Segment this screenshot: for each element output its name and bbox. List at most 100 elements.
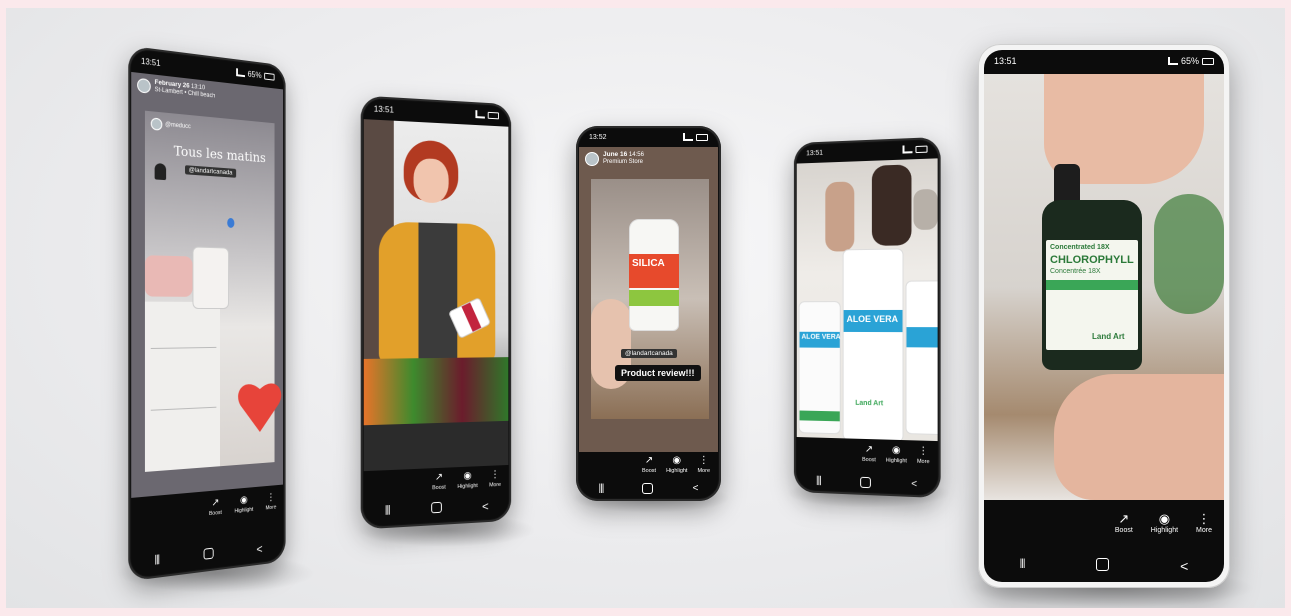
back-button[interactable]: < [911, 479, 917, 490]
home-button[interactable] [642, 483, 654, 494]
highlight-button[interactable]: ◉ Highlight [666, 456, 687, 475]
recents-button[interactable]: ||| [599, 483, 605, 494]
boost-button[interactable]: ↗ Boost [642, 455, 656, 475]
trending-up-icon: ↗ [1118, 511, 1130, 526]
trending-up-icon: ↗ [644, 455, 654, 466]
signal-icon [236, 68, 245, 78]
mention-handle: @meducc [165, 121, 191, 131]
home-button[interactable] [431, 501, 442, 514]
recents-button[interactable]: ||| [154, 554, 159, 569]
phone-5: 13:51 65% Concentrated 18X CHLOROPHYLL C… [978, 44, 1230, 588]
phone-3-screen: 13:52 June 16 14:56 Premium Store SILICA … [579, 129, 718, 498]
product-name: ALOE VERA [846, 313, 899, 325]
battery-icon [487, 111, 500, 119]
story-actions: ↗ Boost ◉ Highlight ⋮ More [862, 443, 930, 466]
highlight-button[interactable]: ◉ Highlight [234, 495, 253, 515]
status-time: 13:51 [141, 56, 161, 68]
home-button[interactable] [203, 547, 214, 560]
more-vertical-icon: ⋮ [490, 469, 500, 481]
recents-button[interactable]: ||| [1020, 558, 1026, 574]
bottle-large: ALOE VERA Land Art [842, 248, 904, 442]
phone-2-screen: 13:51 ↗ Boost ◉ Highlight ⋮ More ||| < [363, 98, 509, 527]
story-frame: February 26 13:10 St-Lambert • Chill beac… [131, 71, 284, 498]
story-tag[interactable]: @landartcanada [621, 349, 677, 358]
phone-1-screen: 13:51 65% February 26 13:10 St-Lambert • … [131, 49, 284, 578]
back-button[interactable]: < [693, 483, 699, 494]
product-brand: Land Art [1092, 332, 1125, 341]
dropper-cap [1054, 164, 1080, 204]
story-actions: ↗ Boost ◉ Highlight ⋮ More [642, 455, 710, 475]
battery-icon [696, 133, 708, 141]
signal-icon [902, 145, 913, 154]
signal-icon [683, 133, 693, 141]
story-frame: June 16 14:56 Premium Store SILICA @landa… [579, 147, 718, 452]
highlight-button[interactable]: ◉ Highlight [886, 445, 907, 465]
battery-percent: 65% [247, 69, 262, 80]
signal-icon [475, 110, 485, 119]
inner-photo: SILICA @landartcanada Product review!!! [591, 179, 709, 419]
story-tag[interactable]: @landartcanada [185, 165, 236, 178]
more-button[interactable]: ⋮ More [1196, 512, 1212, 534]
battery-icon [264, 72, 275, 81]
product-name: SILICA [632, 258, 665, 269]
home-button[interactable] [860, 476, 871, 489]
woman-face [413, 157, 449, 204]
bottle-right [905, 280, 938, 436]
story-photo: Concentrated 18X CHLOROPHYLL Concentrée … [984, 74, 1224, 500]
balloon-icon [227, 217, 235, 229]
story-date: June 16 [603, 151, 628, 158]
status-time: 13:51 [806, 149, 823, 157]
status-time: 13:52 [589, 133, 607, 141]
trending-up-icon: ↗ [864, 443, 874, 456]
more-vertical-icon: ⋮ [1197, 511, 1211, 526]
nav-bar: ||| < [797, 474, 938, 490]
child [825, 181, 855, 252]
battery-percent: 65% [1180, 56, 1199, 66]
boost-button[interactable]: ↗ Boost [862, 443, 876, 463]
product-name: CHLOROPHYLL [1050, 254, 1134, 266]
boost-button[interactable]: ↗ Boost [1115, 512, 1133, 534]
mention-avatar [150, 117, 163, 131]
highlight-button[interactable]: ◉ Highlight [457, 470, 477, 490]
nav-bar: ||| < [364, 498, 509, 520]
boost-button[interactable]: ↗ Boost [209, 497, 222, 517]
highlight-icon: ◉ [463, 470, 472, 482]
highlight-icon: ◉ [1158, 511, 1171, 526]
product-brand: Land Art [855, 399, 884, 408]
back-button[interactable]: < [256, 542, 262, 556]
boost-button[interactable]: ↗ Boost [432, 472, 446, 492]
battery-icon [915, 145, 928, 153]
status-bar: 13:52 [579, 129, 718, 145]
story-subtitle: Premium Store [603, 159, 644, 165]
recents-button[interactable]: ||| [816, 475, 821, 486]
mockup-stage: 13:51 65% February 26 13:10 St-Lambert • … [6, 8, 1285, 608]
story-header: February 26 13:10 St-Lambert • Chill beac… [137, 77, 215, 101]
hand-bottom [1054, 374, 1224, 500]
more-vertical-icon: ⋮ [266, 492, 276, 504]
more-button[interactable]: ⋮ More [489, 469, 501, 488]
product-name: ALOE VERA [801, 333, 841, 341]
heart-icon [238, 375, 281, 436]
phone-5-screen: 13:51 65% Concentrated 18X CHLOROPHYLL C… [984, 50, 1224, 582]
phone-4: 13:51 ALOE VERA ALOE VERA Land Art ↗ Boo… [793, 136, 941, 499]
plant [1154, 194, 1224, 314]
woman [871, 164, 912, 246]
back-button[interactable]: < [482, 499, 489, 513]
more-button[interactable]: ⋮ More [697, 456, 710, 475]
phone-1: 13:51 65% February 26 13:10 St-Lambert • … [128, 45, 286, 582]
story-actions: ↗ Boost ◉ Highlight ⋮ More [209, 492, 277, 517]
recents-button[interactable]: ||| [385, 505, 390, 519]
home-button[interactable] [1095, 558, 1109, 571]
signal-icon [1167, 57, 1178, 65]
more-button[interactable]: ⋮ More [917, 446, 930, 466]
phone-2: 13:51 ↗ Boost ◉ Highlight ⋮ More ||| < [360, 95, 512, 530]
more-button[interactable]: ⋮ More [266, 492, 277, 511]
avatar [137, 77, 151, 94]
trending-up-icon: ↗ [211, 497, 220, 509]
highlight-button[interactable]: ◉ Highlight [1151, 512, 1178, 534]
nav-bar: ||| < [984, 558, 1224, 574]
battery-icon [1202, 57, 1214, 65]
bottle: Concentrated 18X CHLOROPHYLL Concentrée … [1042, 200, 1142, 370]
back-button[interactable]: < [1180, 558, 1188, 574]
lamp-icon [154, 162, 167, 181]
